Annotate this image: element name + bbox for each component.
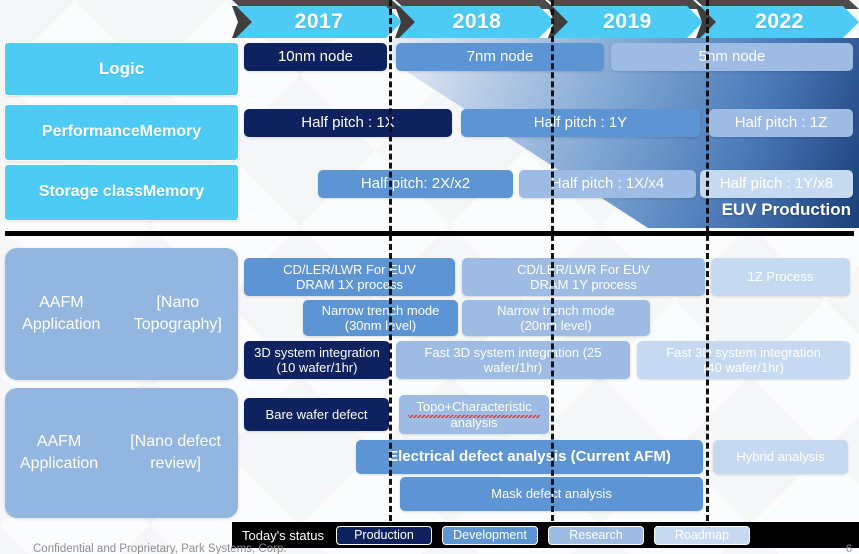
application-item-1[interactable]: CD/LER/LWR For EUV DRAM 1Y process [462,258,705,296]
spellcheck-squiggle [408,415,540,419]
tech-item-logic[interactable]: 5nm node [611,43,853,71]
year-guide-line-1 [551,0,554,521]
tech-item-performance-memory[interactable]: Half pitch : 1Y [461,109,700,137]
euv-production-label: EUV Production [721,200,851,219]
application-item-5[interactable]: 3D system integration (10 wafer/1hr) [244,341,390,379]
application-item-9[interactable]: Topo+Characteristic analysis [399,395,549,434]
legend-chip-production[interactable]: Production [335,525,432,545]
section-divider [5,231,854,236]
footer-text: Confidential and Proprietary, Park Syste… [33,543,287,554]
application-item-6[interactable]: Fast 3D system integration (25 wafer/1hr… [396,341,630,379]
application-item-10[interactable]: Electrical defect analysis (Current AFM) [356,440,703,474]
legend-chip-research[interactable]: Research [547,525,644,545]
legend-bar: Today's status Production Development Rese… [232,522,859,548]
category-storage-class-memory[interactable]: Storage class Memory [5,165,238,220]
legend-chip-roadmap[interactable]: Roadmap [653,525,750,545]
tech-item-performance-memory[interactable]: Half pitch : 1Z [709,109,853,137]
application-item-11[interactable]: Hybrid analysis [713,440,848,474]
roadmap-slide: EUV Production 2017 2018 2019 2022 Logic Per… [0,0,859,554]
tech-item-performance-memory[interactable]: Half pitch : 1X [244,109,452,137]
year-chevron-2018[interactable]: 2018 [399,6,555,38]
application-item-2[interactable]: 1Z Process [711,258,850,296]
year-chevron-2022[interactable]: 2022 [700,6,859,38]
tech-item-logic[interactable]: 7nm node [396,43,604,71]
application-category-nano-defect-review[interactable]: AAFM Application [Nano defect review] [5,388,238,518]
application-item-3[interactable]: Narrow trench mode (30nm level) [303,300,458,336]
application-item-7[interactable]: Fast 3D system integration (40 wafer/1hr) [637,341,850,379]
legend-title: Today's status [242,527,324,543]
application-item-4[interactable]: Narrow trench mode (20nm level) [462,300,650,336]
application-category-nano-topography[interactable]: AAFM Application [Nano Topography] [5,248,238,380]
timeline-year-header: 2017 2018 2019 2022 [232,0,859,38]
legend-chip-development[interactable]: Development [441,525,538,545]
year-chevron-2019[interactable]: 2019 [552,6,703,38]
tech-item-storage-class-memory[interactable]: Half pitch : 1X/x4 [519,170,696,198]
page-number: 6 [845,543,852,554]
tech-item-storage-class-memory[interactable]: Half pitch : 1Y/x8 [700,170,853,198]
legend-chips: Production Development Research Roadmap [335,525,750,545]
category-performance-memory[interactable]: Performance Memory [5,105,238,160]
tech-item-logic[interactable]: 10nm node [244,43,387,71]
application-item-0[interactable]: CD/LER/LWR For EUV DRAM 1X process [244,258,455,296]
year-guide-line-0 [389,0,392,521]
category-logic[interactable]: Logic [5,43,238,95]
application-item-8[interactable]: Bare wafer defect [244,398,389,431]
year-guide-line-2 [706,0,709,521]
year-chevron-2017[interactable]: 2017 [236,6,402,38]
tech-item-storage-class-memory[interactable]: Half pitch: 2X/x2 [318,170,513,198]
